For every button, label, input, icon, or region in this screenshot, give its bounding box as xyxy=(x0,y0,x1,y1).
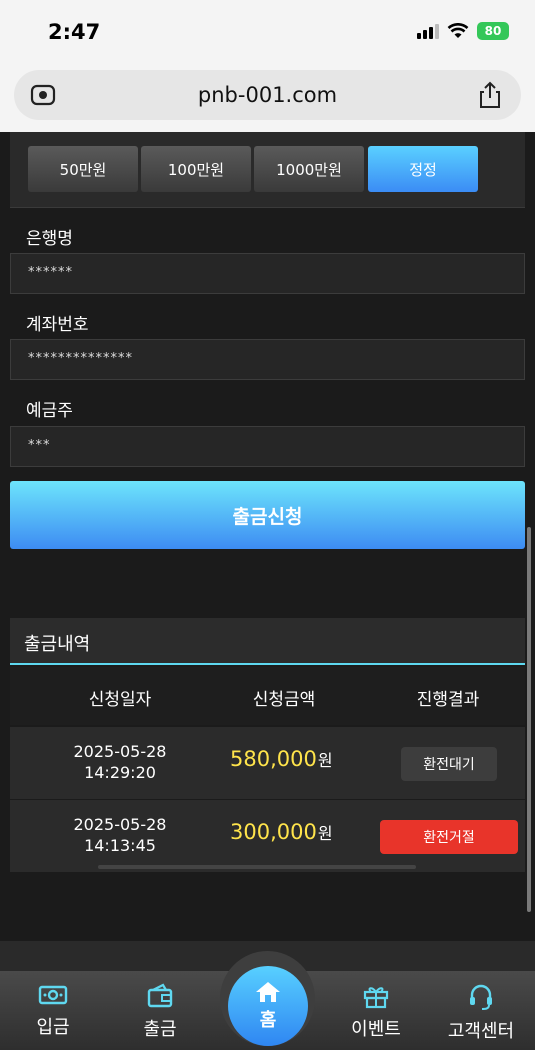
row-date-day: 2025-05-28 xyxy=(73,742,167,761)
headset-icon xyxy=(470,984,492,1010)
row-date-time: 14:13:45 xyxy=(84,836,156,855)
reset-amount-button[interactable]: 정정 xyxy=(368,146,478,192)
account-holder-label: 예금주 xyxy=(26,401,73,421)
column-amount: 신청금액 xyxy=(252,690,316,710)
status-badge: 환전거절 xyxy=(380,820,518,854)
row-amount-unit: 원 xyxy=(317,824,333,843)
amount-50-button[interactable]: 50만원 xyxy=(28,146,138,192)
browser-chrome: 2:47 80 pnb-001.com xyxy=(0,0,535,132)
nav-home[interactable]: 홈 xyxy=(228,966,308,1046)
amount-100-button[interactable]: 100만원 xyxy=(141,146,251,192)
row-amount-value: 300,000 xyxy=(230,820,317,844)
nav-support-label: 고객센터 xyxy=(447,1021,515,1042)
share-icon[interactable] xyxy=(477,81,503,109)
nav-deposit[interactable]: 입금 xyxy=(8,983,98,1039)
nav-event[interactable]: 이벤트 xyxy=(331,983,421,1041)
bank-name-field[interactable]: ****** xyxy=(10,253,525,294)
nav-event-label: 이벤트 xyxy=(351,1019,401,1040)
column-date: 신청일자 xyxy=(88,690,152,710)
withdraw-submit-button[interactable]: 출금신청 xyxy=(10,481,525,549)
row-date: 2025-05-28 14:29:20 xyxy=(50,741,190,783)
nav-support[interactable]: 고객센터 xyxy=(436,983,526,1043)
gift-icon xyxy=(363,987,389,1009)
account-number-field[interactable]: ************** xyxy=(10,339,525,380)
bank-name-label: 은행명 xyxy=(26,229,73,249)
cash-icon xyxy=(38,985,68,1005)
row-amount-value: 580,000 xyxy=(230,747,317,771)
amount-button-panel: 50만원 100만원 1000만원 정정 xyxy=(10,132,525,208)
row-amount: 300,000원 xyxy=(230,820,333,844)
nav-home-label: 홈 xyxy=(259,1010,277,1031)
status-time: 2:47 xyxy=(48,20,101,44)
table-row: 2025-05-28 14:13:45 300,000원 환전거절 xyxy=(10,800,525,873)
row-amount-unit: 원 xyxy=(317,751,333,770)
battery-icon: 80 xyxy=(477,22,509,40)
row-date: 2025-05-28 14:13:45 xyxy=(50,814,190,856)
row-date-day: 2025-05-28 xyxy=(73,815,167,834)
history-column-header: 신청일자 신청금액 진행결과 xyxy=(10,667,525,725)
history-title: 출금내역 xyxy=(10,618,525,665)
page-content: 50만원 100만원 1000만원 정정 은행명 ****** 계좌번호 ***… xyxy=(0,132,535,1050)
amount-1000-button[interactable]: 1000만원 xyxy=(254,146,364,192)
account-holder-field[interactable]: *** xyxy=(10,426,525,467)
account-number-label: 계좌번호 xyxy=(26,315,89,335)
wifi-icon xyxy=(447,23,469,38)
horizontal-scrollbar[interactable] xyxy=(98,865,416,869)
row-amount: 580,000원 xyxy=(230,747,333,771)
row-date-time: 14:29:20 xyxy=(84,763,156,782)
column-status: 진행결과 xyxy=(416,690,480,710)
url-text[interactable]: pnb-001.com xyxy=(14,83,521,107)
vertical-scrollbar[interactable] xyxy=(527,527,531,912)
nav-withdraw[interactable]: 출금 xyxy=(115,983,205,1041)
address-bar[interactable]: pnb-001.com xyxy=(14,70,521,120)
nav-deposit-label: 입금 xyxy=(36,1017,70,1038)
wallet-icon xyxy=(147,983,173,1008)
table-row: 2025-05-28 14:29:20 580,000원 환전대기 xyxy=(10,727,525,800)
home-icon xyxy=(256,982,280,1002)
cellular-signal-icon xyxy=(417,23,439,39)
nav-withdraw-label: 출금 xyxy=(143,1019,177,1040)
status-badge: 환전대기 xyxy=(401,747,497,781)
status-icons: 80 xyxy=(417,22,509,40)
